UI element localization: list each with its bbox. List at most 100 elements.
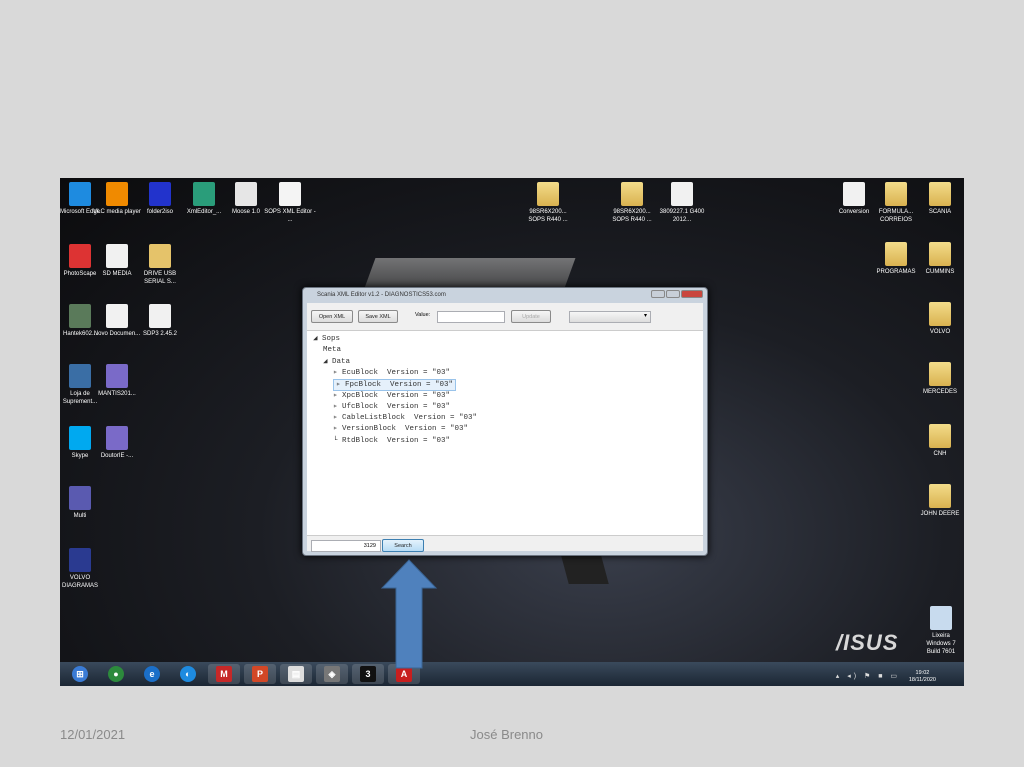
tools-icon: [69, 486, 91, 510]
photoscape-icon: [69, 244, 91, 268]
tree-node[interactable]: ▹ FpcBlock Version = "03": [333, 379, 457, 392]
value-label: Value:: [415, 312, 431, 318]
taskbar-glyph: ●: [108, 666, 124, 682]
tray-icons[interactable]: ▴ ◂) ⚑ ■ ▭: [836, 672, 900, 680]
desktop-icon-label: 98SR6X200... SOPS R440 ...: [612, 209, 652, 223]
taskbar-chrome-icon[interactable]: ●: [100, 664, 132, 684]
desktop-icon-label: SDP3 2.45.2: [142, 331, 178, 337]
desktop-icon-label: CUMMINS: [925, 269, 955, 275]
folder-icon: [929, 242, 951, 266]
folder-icon: [929, 302, 951, 326]
windows-watermark: Windows 7: [926, 641, 956, 647]
taskbar-document-icon[interactable]: ▤: [280, 664, 312, 684]
desktop-icon-label: JOHN DEERE: [920, 511, 960, 517]
asus-logo: /ISUS: [836, 630, 899, 655]
desktop-icon[interactable]: DRIVE USB SERIAL S...: [134, 242, 186, 286]
desktop-icon[interactable]: CNH: [914, 422, 964, 458]
block-dropdown[interactable]: ▾: [569, 311, 651, 323]
tree-node[interactable]: └ RtdBlock Version = "03": [333, 436, 450, 446]
tree-node[interactable]: ▹ XpcBlock Version = "03": [333, 391, 450, 401]
taskbar-powerpoint-icon[interactable]: P: [244, 664, 276, 684]
tree-node[interactable]: ◢ Data: [323, 357, 350, 367]
desktop-icon[interactable]: JOHN DEERE: [914, 482, 964, 518]
desktop-icon-label: VOLVO DIAGRAMAS: [61, 575, 98, 589]
tree-node[interactable]: ◢ Sops: [313, 334, 340, 344]
monitor-icon: [69, 304, 91, 328]
desktop-icon[interactable]: VOLVO DIAGRAMAS: [60, 546, 106, 590]
desktop-icon[interactable]: SDP3 2.45.2: [134, 302, 186, 338]
taskbar-edge-icon[interactable]: ◐: [172, 664, 204, 684]
search-button[interactable]: Search: [382, 539, 424, 552]
desktop-icon[interactable]: 3809227.1 G400 2012...: [656, 180, 708, 224]
folder-icon: [537, 182, 559, 206]
desktop-icon[interactable]: Multi: [60, 484, 106, 520]
desktop-icon[interactable]: CUMMINS: [914, 240, 964, 276]
desktop-icon[interactable]: MERCEDES: [914, 360, 964, 396]
desktop-icon[interactable]: VOLVO: [914, 300, 964, 336]
taskbar-glyph: e: [144, 666, 160, 682]
vlc-icon: [106, 182, 128, 206]
recycle-bin[interactable]: Lixeira Windows 7 Build 7601: [915, 604, 964, 656]
taskbar-start-icon[interactable]: ⊞: [64, 664, 96, 684]
taskbar: ⊞ ● e ◐ M P ▤ ◈ 3 A: [60, 662, 964, 686]
close-button[interactable]: [681, 290, 703, 298]
slide-author: José Brenno: [470, 727, 543, 742]
taskbar-glyph: ⊞: [72, 666, 88, 682]
desktop-icon-label: VOLVO: [929, 329, 951, 335]
desktop-icon-label: CNH: [933, 451, 947, 457]
tree-node[interactable]: ▹ CableListBlock Version = "03": [333, 413, 477, 423]
xmleditor-icon: [193, 182, 215, 206]
skype-icon: [69, 426, 91, 450]
desktop-icon-label: DoutorIE -...: [100, 453, 134, 459]
tree-node[interactable]: ▹ EcuBlock Version = "03": [333, 368, 450, 378]
desktop-icon-label: MANTIS201...: [98, 391, 136, 397]
volvo-icon: [69, 548, 91, 572]
taskbar-glyph: 3: [360, 666, 376, 682]
desktop-icon-label: SOPS XML Editor - ...: [264, 209, 316, 223]
desktop-icon[interactable]: MANTIS201...: [91, 362, 143, 398]
folder2iso-icon: [149, 182, 171, 206]
wallpaper-laptop-base: [561, 556, 609, 584]
open-xml-button[interactable]: Open XML: [311, 310, 353, 323]
window-title: Scania XML Editor v1.2 - DIAGNOSTICS53.c…: [317, 292, 446, 298]
desktop-icon[interactable]: SOPS XML Editor - ...: [264, 180, 316, 224]
tree-node[interactable]: Meta: [323, 345, 341, 355]
folder-icon: [929, 182, 951, 206]
folder-icon: [885, 182, 907, 206]
desktop-icon-label: MERCEDES: [922, 389, 957, 395]
folder-icon: [929, 362, 951, 386]
taskbar-internet-explorer-icon[interactable]: e: [136, 664, 168, 684]
system-tray[interactable]: 19:02 18/11/2020: [909, 670, 936, 684]
title-bar[interactable]: Scania XML Editor v1.2 - DIAGNOSTICS53.c…: [303, 288, 707, 302]
taskbar-device-icon[interactable]: ◈: [316, 664, 348, 684]
clock-time: 19:02: [915, 670, 930, 676]
value-input[interactable]: [437, 311, 505, 323]
file-icon: [106, 244, 128, 268]
search-input[interactable]: 3129: [311, 540, 381, 552]
desktop-icon[interactable]: SCANIA: [914, 180, 964, 216]
desktop-icon[interactable]: 98SR6X200... SOPS R440 ...: [522, 180, 574, 224]
xml-tree[interactable]: ◢ Sops Meta ◢ Data ▹ EcuBlock Version = "03…: [307, 330, 703, 536]
build-watermark: Build 7601: [926, 649, 956, 655]
tree-node[interactable]: ▹ VersionBlock Version = "03": [333, 424, 468, 434]
slide-date: 12/01/2021: [60, 727, 126, 742]
desktop-icon[interactable]: DoutorIE -...: [91, 424, 143, 460]
moose-icon: [235, 182, 257, 206]
desktop-icon-label: Multi: [73, 513, 87, 519]
desktop-icon[interactable]: 98SR6X200... SOPS R440 ...: [606, 180, 658, 224]
maximize-button[interactable]: [666, 290, 680, 298]
taskbar-glyph: M: [216, 666, 232, 682]
taskbar-mcafee-icon[interactable]: M: [208, 664, 240, 684]
save-xml-button[interactable]: Save XML: [358, 310, 398, 323]
desktop-icon-label: SCANIA: [928, 209, 952, 215]
store-icon: [69, 364, 91, 388]
tree-node[interactable]: ▹ UfcBlock Version = "03": [333, 402, 450, 412]
taskbar-glyph: ◈: [324, 666, 340, 682]
taskbar-glyph: P: [252, 666, 268, 682]
folder-icon: [885, 242, 907, 266]
taskbar-glyph: ▤: [288, 666, 304, 682]
desktop-icon-label: DRIVE USB SERIAL S...: [143, 271, 177, 285]
minimize-button[interactable]: [651, 290, 665, 298]
update-button[interactable]: Update: [511, 310, 551, 323]
edge-icon: [69, 182, 91, 206]
